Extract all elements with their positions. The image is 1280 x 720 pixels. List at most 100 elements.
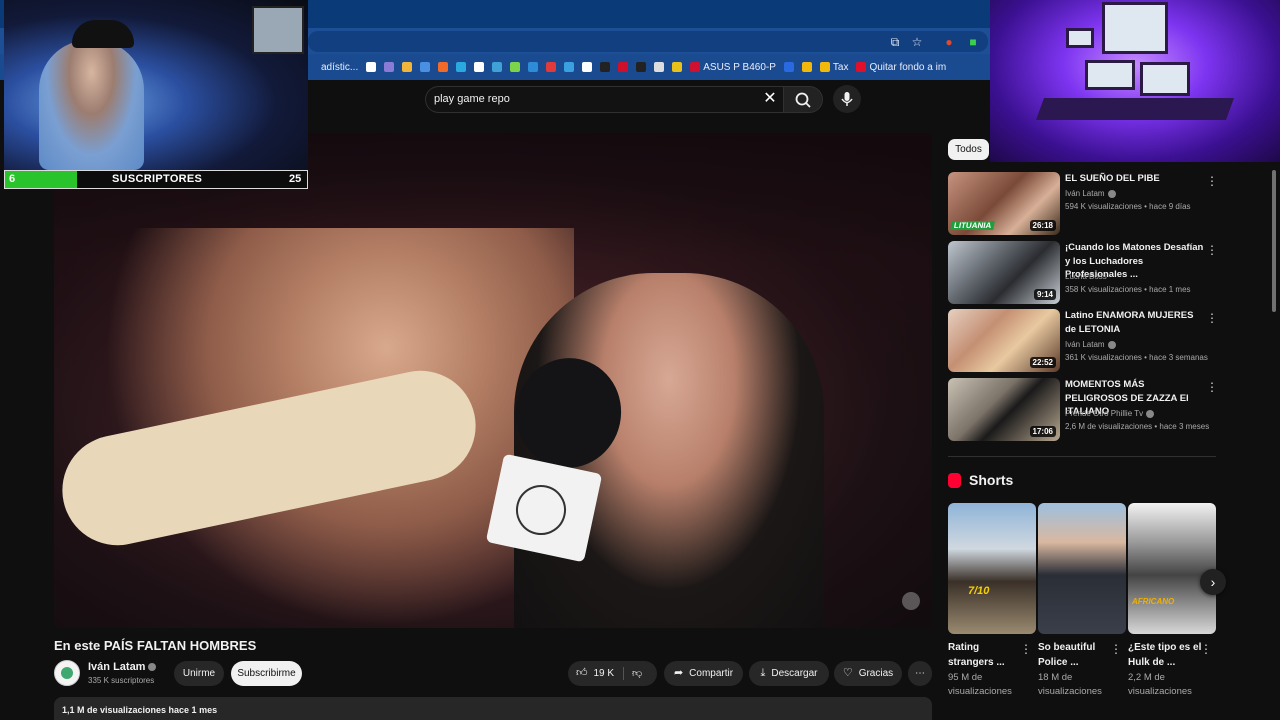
room-monitor — [1085, 60, 1135, 90]
bookmark-favicon-icon — [672, 62, 683, 72]
bookmark-item[interactable] — [366, 62, 377, 72]
dislike-icon[interactable]: 👎︎ — [632, 661, 642, 686]
thanks-button[interactable]: ♡ Gracias — [834, 661, 902, 686]
search-query[interactable]: play game repo — [434, 93, 510, 105]
bookmark-item[interactable] — [420, 62, 431, 72]
channel-name[interactable]: Iván Latam — [88, 661, 157, 673]
download-button[interactable]: ⤓ Descargar — [749, 661, 829, 686]
short-item[interactable]: 7/10 Rating strangers ... ⋮ 95 M de visu… — [948, 503, 1036, 697]
thumbnail-tag: LITUANIA — [950, 221, 996, 230]
bookmark-item[interactable]: Quitar fondo a im — [856, 62, 946, 73]
video-meta: 361 K visualizaciones • hace 3 semanas — [1065, 353, 1208, 362]
streamer-webcam — [4, 0, 308, 170]
chevron-right-icon[interactable]: › — [1200, 569, 1226, 595]
bookmark-item[interactable] — [456, 62, 467, 72]
thanks-icon: ♡ — [842, 667, 853, 679]
subscriber-goal-progress — [5, 171, 77, 188]
share-label: Compartir — [689, 668, 734, 679]
scrollbar-thumb[interactable] — [1272, 170, 1276, 312]
channel-watermark-icon[interactable] — [902, 592, 920, 610]
bookmark-item[interactable] — [582, 62, 593, 72]
join-button[interactable]: Unirme — [174, 661, 224, 686]
short-thumbnail[interactable] — [1038, 503, 1126, 634]
short-title[interactable]: ¿Este tipo es el Hulk de ... — [1128, 640, 1202, 670]
bookmark-item[interactable]: ASUS P B460-P — [690, 62, 776, 73]
bookmark-favicon-icon — [528, 62, 539, 72]
section-divider — [948, 456, 1216, 457]
short-title[interactable]: So beautiful Police ... — [1038, 640, 1112, 670]
thanks-label: Gracias — [858, 668, 894, 679]
search-button[interactable] — [783, 86, 823, 113]
bookmark-favicon-icon — [690, 62, 701, 72]
more-options-icon[interactable]: ⋮ — [1200, 642, 1212, 656]
background-monitor — [252, 6, 304, 54]
more-options-icon[interactable]: ⋮ — [1110, 642, 1122, 656]
mic-icon — [841, 92, 853, 106]
bookmark-item[interactable] — [510, 62, 521, 72]
short-thumbnail[interactable]: AFRICANO — [1128, 503, 1216, 634]
video-thumbnail[interactable]: 17:06 — [948, 378, 1060, 441]
short-thumbnail[interactable]: 7/10 — [948, 503, 1036, 634]
bookmark-item[interactable] — [492, 62, 503, 72]
bookmark-item[interactable] — [783, 62, 794, 72]
video-thumbnail[interactable]: LITUANIA 26:18 — [948, 172, 1060, 235]
video-title[interactable]: Latino ENAMORA MUJERES de LETONIA — [1065, 309, 1205, 336]
more-actions-button[interactable]: ⋯ — [908, 661, 932, 686]
download-icon: ⤓ — [760, 667, 766, 679]
bookmark-item[interactable] — [384, 62, 395, 72]
bookmark-item[interactable] — [474, 62, 485, 72]
room-webcam — [990, 0, 1280, 162]
bookmark-item[interactable] — [438, 62, 449, 72]
more-options-icon[interactable]: ⋮ — [1206, 174, 1218, 188]
address-bar[interactable] — [308, 31, 988, 52]
recommendation-item[interactable]: 22:52 Latino ENAMORA MUJERES de LETONIA … — [948, 309, 1218, 373]
room-monitor — [1102, 2, 1168, 54]
like-icon[interactable]: 👍︎ — [576, 661, 588, 686]
bookmark-item[interactable]: adístic... — [308, 62, 358, 73]
install-app-icon[interactable]: ⧉ — [888, 35, 902, 49]
bookmark-item[interactable] — [636, 62, 647, 72]
streamer-cap — [72, 20, 134, 48]
short-item[interactable]: AFRICANO ¿Este tipo es el Hulk de ... ⋮ … — [1128, 503, 1216, 697]
bookmark-star-icon[interactable]: ☆ — [910, 35, 924, 49]
close-icon[interactable]: ✕ — [762, 90, 778, 108]
short-views: 18 M de visualizaciones — [1038, 672, 1102, 697]
recommendation-item[interactable]: 9:14 ¡Cuando los Matones Desafían y los … — [948, 241, 1218, 305]
voice-search-button[interactable] — [833, 85, 861, 113]
channel-name[interactable]: Prende Otro Phillie Tv — [1065, 409, 1155, 418]
video-title[interactable]: EL SUEÑO DEL PIBE — [1065, 172, 1205, 186]
bookmark-favicon-icon — [654, 62, 665, 72]
short-title[interactable]: Rating strangers ... — [948, 640, 1022, 670]
bookmark-item[interactable] — [654, 62, 665, 72]
video-thumbnail[interactable]: 22:52 — [948, 309, 1060, 372]
bookmark-favicon-icon — [582, 62, 593, 72]
extension-icon[interactable]: ● — [942, 35, 956, 49]
video-player[interactable] — [54, 133, 932, 628]
more-options-icon[interactable]: ⋮ — [1206, 243, 1218, 257]
bookmark-item[interactable] — [618, 62, 629, 72]
short-views: 2,2 M de visualizaciones — [1128, 672, 1192, 697]
bookmark-item[interactable] — [546, 62, 557, 72]
share-button[interactable]: ➦ Compartir — [664, 661, 743, 686]
short-item[interactable]: So beautiful Police ... ⋮ 18 M de visual… — [1038, 503, 1126, 697]
like-count[interactable]: 19 K — [594, 668, 615, 679]
bookmark-item[interactable] — [564, 62, 575, 72]
recommendation-item[interactable]: LITUANIA 26:18 EL SUEÑO DEL PIBE Iván La… — [948, 172, 1218, 236]
video-thumbnail[interactable]: 9:14 — [948, 241, 1060, 304]
bookmark-item[interactable] — [600, 62, 611, 72]
subscribe-button[interactable]: Subscribirme — [231, 661, 302, 686]
bookmark-item[interactable] — [801, 62, 812, 72]
channel-name[interactable]: Lucha Boss — [1065, 272, 1107, 281]
bookmark-item[interactable] — [528, 62, 539, 72]
recommendation-item[interactable]: 17:06 MOMENTOS MÁS PELIGROSOS DE ZAZZA E… — [948, 378, 1218, 442]
filter-chip-todos[interactable]: Todos — [948, 139, 989, 160]
extension-icon[interactable]: ■ — [966, 35, 980, 49]
bookmark-item[interactable] — [402, 62, 413, 72]
more-options-icon[interactable]: ⋮ — [1206, 311, 1218, 325]
channel-name[interactable]: Iván Latam — [1065, 189, 1116, 198]
channel-name[interactable]: Iván Latam — [1065, 340, 1116, 349]
bookmark-item[interactable]: Tax — [819, 62, 848, 73]
more-options-icon[interactable]: ⋮ — [1020, 642, 1032, 656]
bookmark-item[interactable] — [672, 62, 683, 72]
more-options-icon[interactable]: ⋮ — [1206, 380, 1218, 394]
